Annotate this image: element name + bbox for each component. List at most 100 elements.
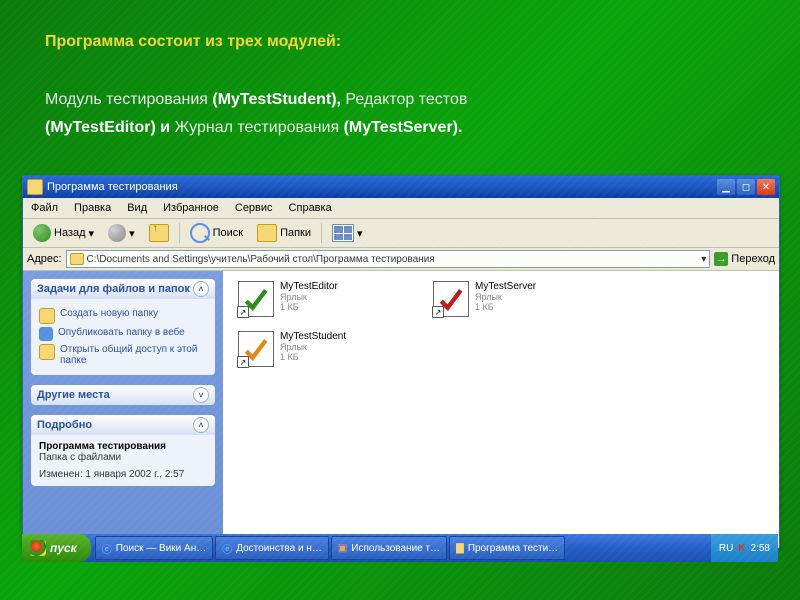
side-panel: Задачи для файлов и папок ˄ Создать нову…	[23, 271, 223, 549]
shortcut-icon: ↗	[433, 281, 469, 317]
address-input[interactable]: C:\Documents and Settings\учитель\Рабочи…	[66, 250, 711, 268]
chevron-down-icon: ▾	[89, 227, 95, 240]
task-label: Создать новую папку	[60, 308, 158, 319]
task-publish[interactable]: Опубликовать папку в вебе	[39, 327, 207, 341]
details-title: Подробно	[37, 419, 92, 431]
collapse-icon[interactable]: ˄	[193, 417, 209, 433]
window-maximize-button[interactable]: ◻	[737, 179, 755, 195]
toolbar-forward-button[interactable]: ▾	[104, 222, 139, 244]
folder-icon	[70, 253, 84, 265]
go-arrow-icon: →	[714, 252, 728, 266]
file-size: 1 КБ	[280, 352, 346, 362]
file-type: Ярлык	[280, 292, 338, 302]
task-label: Открыть общий доступ к этой папке	[60, 344, 207, 366]
globe-icon	[39, 327, 53, 341]
file-mytesteditor[interactable]: ↗ MyTestEditor Ярлык 1 КБ	[238, 281, 418, 317]
details-name: Программа тестирования	[39, 441, 207, 452]
explorer-window: Программа тестирования ▁ ◻ ✕ Файл Правка…	[22, 175, 780, 549]
task-share[interactable]: Открыть общий доступ к этой папке	[39, 344, 207, 366]
details-header[interactable]: Подробно ˄	[31, 415, 215, 435]
expand-icon[interactable]: ˅	[193, 387, 209, 403]
shortcut-icon: ↗	[238, 331, 274, 367]
file-type: Ярлык	[280, 342, 346, 352]
folder-icon: ▇	[456, 543, 464, 554]
shortcut-arrow-icon: ↗	[237, 306, 249, 318]
menu-file[interactable]: Файл	[23, 202, 66, 214]
chevron-down-icon: ▾	[129, 227, 135, 240]
new-folder-icon	[39, 308, 55, 324]
views-icon	[332, 224, 354, 242]
task-panel: Задачи для файлов и папок ˄ Создать нову…	[31, 279, 215, 375]
heading-text-1: Модуль тестирования	[45, 91, 212, 108]
taskbar-item-program[interactable]: ▇ Программа тести…	[449, 536, 565, 560]
ie-icon: ⓔ	[102, 541, 112, 556]
task-panel-header[interactable]: Задачи для файлов и папок ˄	[31, 279, 215, 299]
menu-favorites[interactable]: Избранное	[155, 202, 227, 214]
task-panel-title: Задачи для файлов и папок	[37, 283, 190, 295]
taskbar-item-label: Использование т…	[351, 543, 440, 554]
back-icon	[33, 224, 51, 242]
file-myteststudent[interactable]: ↗ MyTestStudent Ярлык 1 КБ	[238, 331, 418, 367]
window-minimize-button[interactable]: ▁	[717, 179, 735, 195]
details-modified: Изменен: 1 января 2002 г., 2:57	[39, 469, 207, 480]
file-name: MyTestStudent	[280, 331, 346, 342]
chevron-down-icon[interactable]: ▾	[701, 254, 706, 265]
system-tray[interactable]: RU K 2:58	[711, 534, 778, 562]
details-panel: Подробно ˄ Программа тестирования Папка …	[31, 415, 215, 486]
separator	[321, 223, 322, 243]
ppt-icon: ▣	[338, 543, 347, 554]
other-places-panel: Другие места ˅	[31, 385, 215, 405]
file-size: 1 КБ	[475, 302, 536, 312]
heading-text-3: Журнал тестирования	[175, 119, 344, 136]
other-places-title: Другие места	[37, 389, 110, 401]
window-close-button[interactable]: ✕	[757, 179, 775, 195]
menu-help[interactable]: Справка	[281, 202, 340, 214]
toolbar-views-button[interactable]: ▾	[328, 222, 367, 244]
other-places-header[interactable]: Другие места ˅	[31, 385, 215, 405]
addressbar: Адрес: C:\Documents and Settings\учитель…	[23, 248, 779, 271]
clock[interactable]: 2:58	[751, 543, 770, 554]
window-titlebar[interactable]: Программа тестирования ▁ ◻ ✕	[23, 176, 779, 198]
taskbar-item-label: Достоинства и н…	[236, 543, 322, 554]
shortcut-icon: ↗	[238, 281, 274, 317]
window-title: Программа тестирования	[47, 181, 178, 193]
heading-title: Программа состоит из трех модулей:	[45, 33, 341, 50]
details-type: Папка с файлами	[39, 452, 207, 463]
taskbar-item-usage[interactable]: ▣ Использование т…	[331, 536, 447, 560]
file-mytestserver[interactable]: ↗ MyTestServer Ярлык 1 КБ	[433, 281, 613, 317]
taskbar-item-pros[interactable]: ⓔДостоинства и н…	[215, 536, 329, 560]
file-size: 1 КБ	[280, 302, 338, 312]
start-label: пуск	[50, 541, 77, 555]
file-name: MyTestEditor	[280, 281, 338, 292]
menu-view[interactable]: Вид	[119, 202, 155, 214]
toolbar-back-button[interactable]: Назад ▾	[29, 222, 98, 244]
toolbar: Назад ▾ ▾ Поиск Папки ▾	[23, 219, 779, 248]
task-new-folder[interactable]: Создать новую папку	[39, 308, 207, 324]
slide-heading: Программа состоит из трех модулей: Модул…	[45, 28, 760, 143]
address-go-button[interactable]: → Переход	[714, 252, 775, 266]
language-indicator[interactable]: RU	[719, 543, 733, 554]
search-icon	[190, 223, 210, 243]
antivirus-icon[interactable]: K	[738, 543, 745, 554]
file-list-area[interactable]: ↗ MyTestEditor Ярлык 1 КБ ↗ MyTestStuden…	[223, 271, 779, 549]
titlebar-folder-icon	[27, 179, 43, 195]
taskbar-item-search[interactable]: ⓔПоиск — Вики Ан…	[95, 536, 213, 560]
toolbar-search-button[interactable]: Поиск	[186, 221, 247, 245]
windows-logo-icon	[30, 540, 46, 556]
folders-label: Папки	[280, 227, 311, 239]
heading-module-1: (MyTestStudent),	[212, 91, 341, 108]
taskbar-item-label: Программа тести…	[468, 543, 558, 554]
share-icon	[39, 344, 55, 360]
explorer-body: Задачи для файлов и папок ˄ Создать нову…	[23, 271, 779, 549]
search-label: Поиск	[213, 227, 243, 239]
collapse-icon[interactable]: ˄	[193, 281, 209, 297]
task-label: Опубликовать папку в вебе	[58, 327, 185, 338]
taskbar: пуск ⓔПоиск — Вики Ан… ⓔДостоинства и н……	[22, 534, 778, 562]
menu-tools[interactable]: Сервис	[227, 202, 281, 214]
start-button[interactable]: пуск	[22, 534, 91, 562]
toolbar-up-button[interactable]	[145, 222, 173, 244]
separator	[179, 223, 180, 243]
heading-module-3: (MyTestServer).	[344, 119, 463, 136]
toolbar-folders-button[interactable]: Папки	[253, 222, 315, 244]
menu-edit[interactable]: Правка	[66, 202, 119, 214]
